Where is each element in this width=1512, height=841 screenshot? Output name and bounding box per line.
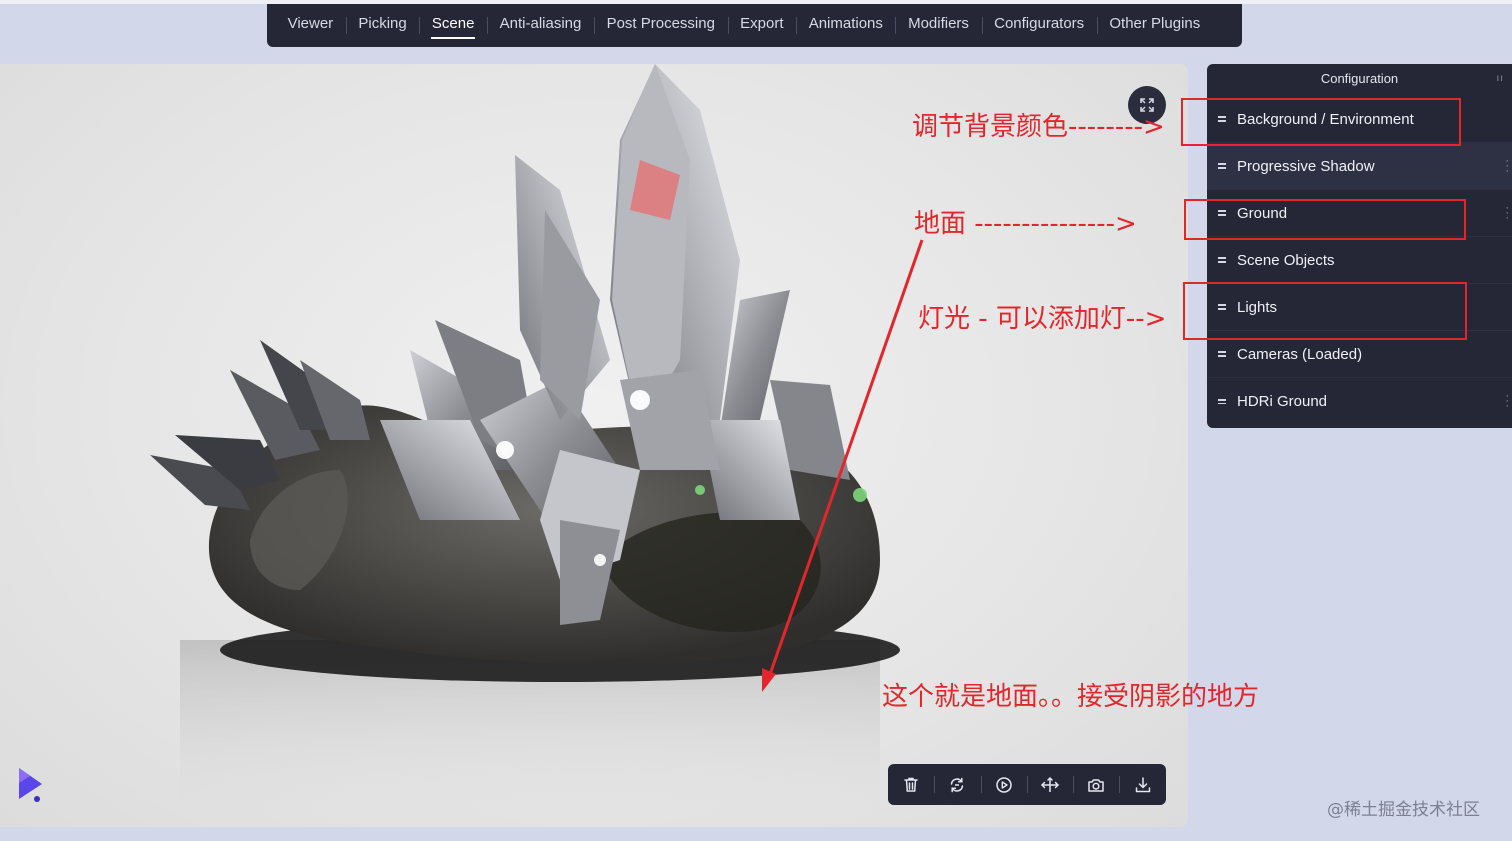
move-button[interactable]: [1026, 764, 1073, 805]
viewer-toolbar: [888, 764, 1166, 805]
annotation-box-lights: [1183, 282, 1467, 340]
tab-other-plugins[interactable]: Other Plugins: [1096, 4, 1213, 47]
download-icon: [1135, 776, 1150, 792]
move-arrows-icon: [1040, 776, 1060, 792]
panel-item-progressive-shadow[interactable]: Progressive Shadow · · ·: [1207, 143, 1512, 190]
download-button[interactable]: [1119, 764, 1165, 805]
tab-scene[interactable]: Scene: [419, 4, 487, 47]
tab-configurators[interactable]: Configurators: [981, 4, 1097, 47]
more-icon[interactable]: · · ·: [1505, 391, 1509, 412]
panel-item-scene-objects[interactable]: Scene Objects: [1207, 237, 1512, 284]
drag-lines-icon: [1218, 398, 1226, 405]
reset-rotate-icon: [951, 777, 964, 792]
tab-export[interactable]: Export: [727, 4, 797, 47]
annotation-lights: 灯光 - 可以添加灯-->: [918, 304, 1167, 334]
tab-post-processing[interactable]: Post Processing: [593, 4, 728, 47]
annotation-background: 调节背景颜色-------->: [912, 112, 1165, 142]
panel-item-label: Scene Objects: [1237, 251, 1335, 269]
play-circle-icon: [995, 776, 1012, 793]
drag-lines-icon: [1218, 257, 1226, 263]
more-icon[interactable]: · · ·: [1505, 156, 1509, 177]
tab-anti-aliasing[interactable]: Anti-aliasing: [487, 4, 594, 47]
camera-icon: [1088, 778, 1105, 792]
tab-viewer[interactable]: Viewer: [275, 4, 346, 47]
tab-modifiers[interactable]: Modifiers: [895, 4, 981, 47]
panel-header: Configuration ıı: [1207, 64, 1512, 96]
reset-view-button[interactable]: [934, 764, 980, 805]
tab-animations[interactable]: Animations: [796, 4, 895, 47]
drag-lines-icon: [1218, 351, 1226, 357]
watermark: @稀土掘金技术社区: [1327, 800, 1480, 820]
panel-title: Configuration: [1320, 71, 1399, 86]
panel-item-label: HDRi Ground: [1237, 393, 1328, 410]
play-logo-icon: [19, 768, 42, 802]
play-animation-button[interactable]: [980, 764, 1027, 805]
annotation-ground: 地面 --------------->: [914, 209, 1137, 239]
annotation-ground-note: 这个就是地面。。接受阴影的地方: [882, 682, 1260, 712]
drag-lines-icon: [1218, 163, 1226, 169]
panel-item-hdri-ground[interactable]: HDRi Ground · · ·: [1207, 378, 1512, 425]
panel-item-label: Progressive Shadow: [1237, 157, 1375, 175]
top-nav: Viewer Picking Scene Anti-aliasing Post …: [267, 4, 1242, 47]
delete-button[interactable]: [888, 764, 934, 805]
snapshot-button[interactable]: [1073, 764, 1119, 805]
more-icon[interactable]: · · ·: [1505, 203, 1509, 224]
drag-handle-icon[interactable]: ıı: [1496, 64, 1504, 94]
panel-item-label: Cameras (Loaded): [1237, 345, 1363, 363]
annotation-box-ground: [1184, 199, 1466, 240]
trash-icon: [904, 777, 918, 792]
annotation-box-background: [1181, 98, 1461, 146]
tab-picking[interactable]: Picking: [345, 4, 420, 47]
